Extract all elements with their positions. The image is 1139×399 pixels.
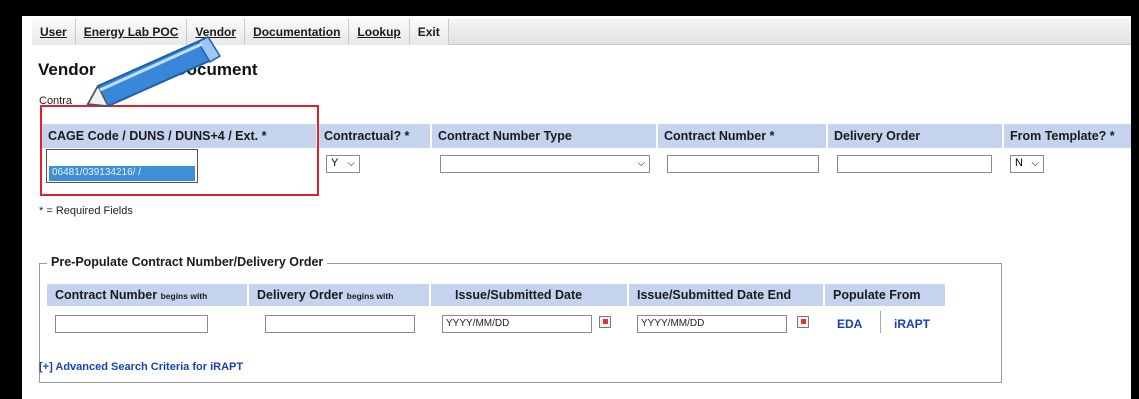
advanced-search-link[interactable]: [+] Advanced Search Criteria for iRAPT — [39, 361, 243, 373]
menu-documentation[interactable]: Documentation — [245, 19, 350, 45]
calendar-icon[interactable] — [797, 316, 809, 328]
issue-date-end-input[interactable]: YYYY/MM/DD — [637, 315, 787, 333]
from-template-select[interactable]: N ⌵ — [1010, 155, 1044, 173]
menu-lookup[interactable]: Lookup — [349, 19, 410, 45]
screen-border-right — [1131, 0, 1139, 399]
contract-number-type-select[interactable]: ⌵ — [440, 155, 650, 173]
delivery-order-begins-input[interactable] — [265, 315, 415, 333]
header-cage-code: CAGE Code / DUNS / DUNS+4 / Ext. * — [42, 124, 316, 148]
header-populate-from: Populate From — [825, 284, 945, 306]
menu-energy-lab-poc[interactable]: Energy Lab POC — [75, 19, 188, 45]
required-fields-note: * = Required Fields — [39, 205, 133, 217]
header-contractual: Contractual? * — [318, 124, 430, 148]
page-title: Vendor ate Document — [38, 60, 258, 79]
section-subtitle: Contra nfo — [39, 95, 110, 107]
prepopulate-legend: Pre-Populate Contract Number/Delivery Or… — [47, 255, 328, 269]
screen-border-left — [0, 0, 22, 399]
contract-number-input[interactable] — [667, 155, 819, 173]
menu-exit[interactable]: Exit — [409, 19, 449, 45]
header-issue-date: Issue/Submitted Date — [431, 284, 627, 306]
header-issue-date-end: Issue/Submitted Date End — [629, 284, 823, 306]
link-separator — [880, 311, 881, 333]
irapt-link[interactable]: iRAPT — [894, 317, 930, 331]
contractual-select[interactable]: Y ⌵ — [326, 155, 360, 173]
chevron-down-icon: ⌵ — [637, 158, 645, 169]
header-delivery-order-begins: Delivery Order begins with — [249, 284, 429, 306]
header-contract-number-type: Contract Number Type — [432, 124, 656, 148]
eda-link[interactable]: EDA — [837, 317, 862, 331]
cage-code-dropdown[interactable]: 06481/039134216/ / — [46, 149, 198, 183]
calendar-icon[interactable] — [599, 316, 611, 328]
delivery-order-input[interactable] — [837, 155, 992, 173]
header-contract-number: Contract Number * — [658, 124, 826, 148]
menu-bar: User Energy Lab POC Vendor Documentation… — [32, 19, 1131, 45]
contract-number-begins-input[interactable] — [55, 315, 208, 333]
chevron-down-icon: ⌵ — [1031, 158, 1039, 169]
header-from-template: From Template? * — [1004, 124, 1131, 148]
cage-code-option[interactable]: 06481/039134216/ / — [49, 166, 195, 181]
screen-border-top — [0, 0, 1139, 16]
chevron-down-icon: ⌵ — [347, 158, 355, 169]
header-delivery-order: Delivery Order — [828, 124, 1002, 148]
menu-user[interactable]: User — [32, 19, 76, 45]
issue-date-input[interactable]: YYYY/MM/DD — [442, 315, 592, 333]
menu-vendor[interactable]: Vendor — [187, 19, 246, 45]
vendor-page: User Energy Lab POC Vendor Documentation… — [22, 16, 1131, 399]
header-contract-number-begins: Contract Number begins with — [47, 284, 247, 306]
menu-filler — [448, 19, 1131, 44]
